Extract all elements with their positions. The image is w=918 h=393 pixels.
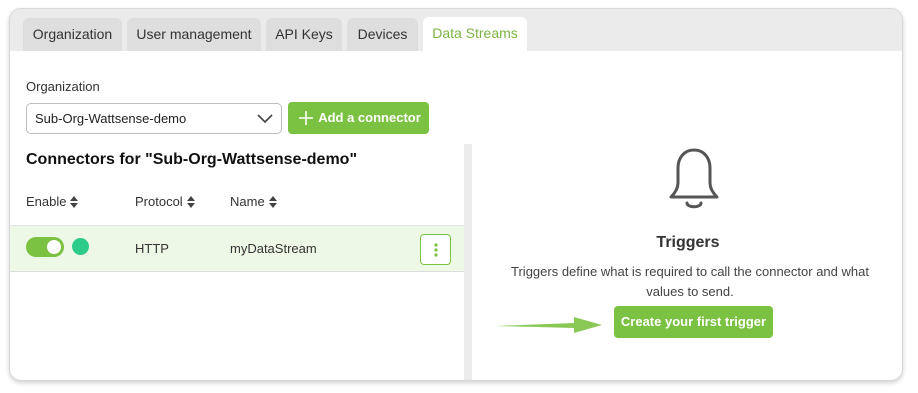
- sort-icon: [70, 195, 79, 208]
- status-indicator: [72, 238, 89, 255]
- tab-devices[interactable]: Devices: [347, 18, 418, 51]
- tab-bar: Organization User management API Keys De…: [10, 9, 902, 51]
- tab-data-streams[interactable]: Data Streams: [423, 17, 527, 51]
- column-header-protocol-label: Protocol: [135, 194, 183, 209]
- column-header-enable-label: Enable: [26, 194, 67, 209]
- sort-icon: [268, 195, 277, 208]
- triggers-title: Triggers: [656, 234, 720, 251]
- sort-icon: [186, 195, 195, 208]
- column-header-protocol[interactable]: Protocol: [135, 194, 195, 209]
- add-connector-label: Add a connector: [318, 110, 421, 125]
- protocol-cell: HTTP: [135, 241, 169, 256]
- tab-organization[interactable]: Organization: [23, 18, 122, 51]
- pointer-arrow-icon: [496, 317, 602, 333]
- column-header-name-label: Name: [230, 194, 265, 209]
- name-cell: myDataStream: [230, 241, 317, 256]
- enable-toggle[interactable]: [26, 237, 64, 257]
- column-header-name[interactable]: Name: [230, 194, 277, 209]
- tab-api-keys[interactable]: API Keys: [266, 18, 342, 51]
- organization-select[interactable]: Sub-Org-Wattsense-demo: [26, 103, 282, 134]
- chevron-down-icon: [257, 114, 273, 124]
- connectors-title: Connectors for "Sub-Org-Wattsense-demo": [26, 151, 358, 168]
- create-first-trigger-button[interactable]: Create your first trigger: [614, 306, 773, 338]
- triggers-description: Triggers define what is required to call…: [511, 264, 869, 299]
- plus-icon: [299, 111, 313, 125]
- bell-icon: [669, 148, 719, 209]
- more-vertical-icon: [434, 243, 438, 257]
- row-actions-button[interactable]: [420, 234, 451, 265]
- organization-label: Organization: [26, 79, 100, 94]
- add-connector-button[interactable]: Add a connector: [288, 102, 429, 134]
- table-row: HTTP myDataStream: [10, 226, 464, 272]
- organization-select-value: Sub-Org-Wattsense-demo: [35, 111, 187, 126]
- data-streams-card: Organization User management API Keys De…: [9, 8, 903, 381]
- pane-resize-handle[interactable]: [464, 144, 472, 380]
- toggle-knob: [47, 240, 61, 254]
- column-header-enable[interactable]: Enable: [26, 194, 79, 209]
- tab-user-management[interactable]: User management: [127, 18, 261, 51]
